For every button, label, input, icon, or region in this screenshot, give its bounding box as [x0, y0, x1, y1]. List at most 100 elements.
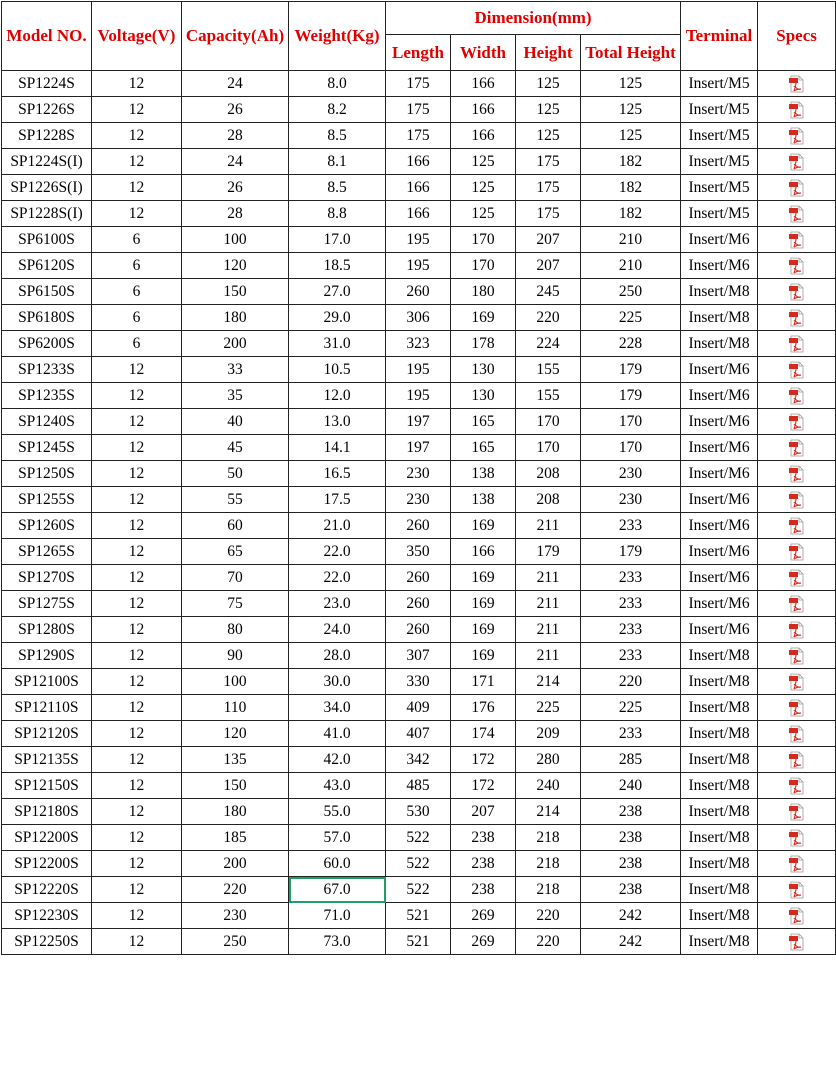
- length-cell[interactable]: 350: [385, 538, 451, 565]
- width-cell[interactable]: 169: [450, 590, 516, 617]
- voltage-cell[interactable]: 12: [91, 122, 182, 149]
- total-height-cell[interactable]: 240: [579, 772, 682, 799]
- terminal-cell[interactable]: Insert/M6: [680, 252, 759, 279]
- model-cell[interactable]: SP6200S: [1, 330, 92, 357]
- length-cell[interactable]: 175: [385, 70, 451, 97]
- weight-cell[interactable]: 28.0: [288, 642, 386, 669]
- weight-cell[interactable]: 71.0: [288, 902, 386, 929]
- pdf-icon[interactable]: [788, 855, 806, 873]
- total-height-cell[interactable]: 210: [579, 226, 682, 253]
- voltage-cell[interactable]: 12: [91, 356, 182, 383]
- height-cell[interactable]: 211: [515, 590, 581, 617]
- height-cell[interactable]: 220: [515, 902, 581, 929]
- pdf-icon[interactable]: [788, 881, 806, 899]
- weight-cell[interactable]: 67.0: [288, 876, 386, 903]
- voltage-cell[interactable]: 12: [91, 564, 182, 591]
- terminal-cell[interactable]: Insert/M5: [680, 174, 759, 201]
- capacity-cell[interactable]: 26: [181, 174, 289, 201]
- weight-cell[interactable]: 55.0: [288, 798, 386, 825]
- voltage-cell[interactable]: 12: [91, 590, 182, 617]
- capacity-cell[interactable]: 70: [181, 564, 289, 591]
- pdf-icon[interactable]: [788, 907, 806, 925]
- width-cell[interactable]: 169: [450, 616, 516, 643]
- length-cell[interactable]: 260: [385, 512, 451, 539]
- voltage-cell[interactable]: 6: [91, 330, 182, 357]
- voltage-cell[interactable]: 12: [91, 876, 182, 903]
- pdf-icon[interactable]: [788, 673, 806, 691]
- height-cell[interactable]: 280: [515, 746, 581, 773]
- width-cell[interactable]: 178: [450, 330, 516, 357]
- model-cell[interactable]: SP6150S: [1, 278, 92, 305]
- model-cell[interactable]: SP1250S: [1, 460, 92, 487]
- model-cell[interactable]: SP12110S: [1, 694, 92, 721]
- width-cell[interactable]: 171: [450, 668, 516, 695]
- height-cell[interactable]: 225: [515, 694, 581, 721]
- pdf-icon[interactable]: [788, 569, 806, 587]
- pdf-icon[interactable]: [788, 75, 806, 93]
- terminal-cell[interactable]: Insert/M8: [680, 902, 759, 929]
- weight-cell[interactable]: 21.0: [288, 512, 386, 539]
- height-cell[interactable]: 125: [515, 122, 581, 149]
- width-cell[interactable]: 169: [450, 304, 516, 331]
- model-cell[interactable]: SP12230S: [1, 902, 92, 929]
- weight-cell[interactable]: 18.5: [288, 252, 386, 279]
- model-cell[interactable]: SP12150S: [1, 772, 92, 799]
- terminal-cell[interactable]: Insert/M8: [680, 278, 759, 305]
- terminal-cell[interactable]: Insert/M5: [680, 70, 759, 97]
- total-height-cell[interactable]: 233: [579, 590, 682, 617]
- terminal-cell[interactable]: Insert/M6: [680, 460, 759, 487]
- capacity-cell[interactable]: 185: [181, 824, 289, 851]
- weight-cell[interactable]: 17.0: [288, 226, 386, 253]
- total-height-cell[interactable]: 233: [579, 720, 682, 747]
- voltage-cell[interactable]: 12: [91, 174, 182, 201]
- capacity-cell[interactable]: 100: [181, 668, 289, 695]
- height-cell[interactable]: 208: [515, 486, 581, 513]
- weight-cell[interactable]: 23.0: [288, 590, 386, 617]
- pdf-icon[interactable]: [788, 777, 806, 795]
- width-cell[interactable]: 138: [450, 460, 516, 487]
- length-cell[interactable]: 260: [385, 564, 451, 591]
- model-cell[interactable]: SP1290S: [1, 642, 92, 669]
- height-cell[interactable]: 218: [515, 850, 581, 877]
- height-cell[interactable]: 175: [515, 148, 581, 175]
- weight-cell[interactable]: 12.0: [288, 382, 386, 409]
- height-cell[interactable]: 211: [515, 512, 581, 539]
- total-height-cell[interactable]: 230: [579, 486, 682, 513]
- length-cell[interactable]: 195: [385, 226, 451, 253]
- total-height-cell[interactable]: 225: [579, 304, 682, 331]
- capacity-cell[interactable]: 135: [181, 746, 289, 773]
- total-height-cell[interactable]: 182: [579, 148, 682, 175]
- terminal-cell[interactable]: Insert/M8: [680, 304, 759, 331]
- terminal-cell[interactable]: Insert/M8: [680, 746, 759, 773]
- model-cell[interactable]: SP1224S: [1, 70, 92, 97]
- voltage-cell[interactable]: 12: [91, 746, 182, 773]
- pdf-icon[interactable]: [788, 127, 806, 145]
- width-cell[interactable]: 125: [450, 200, 516, 227]
- capacity-cell[interactable]: 200: [181, 850, 289, 877]
- pdf-icon[interactable]: [788, 465, 806, 483]
- capacity-cell[interactable]: 180: [181, 304, 289, 331]
- model-cell[interactable]: SP12220S: [1, 876, 92, 903]
- weight-cell[interactable]: 22.0: [288, 564, 386, 591]
- height-cell[interactable]: 170: [515, 408, 581, 435]
- pdf-icon[interactable]: [788, 621, 806, 639]
- terminal-cell[interactable]: Insert/M6: [680, 564, 759, 591]
- pdf-icon[interactable]: [788, 595, 806, 613]
- weight-cell[interactable]: 43.0: [288, 772, 386, 799]
- weight-cell[interactable]: 57.0: [288, 824, 386, 851]
- pdf-icon[interactable]: [788, 101, 806, 119]
- total-height-cell[interactable]: 170: [579, 434, 682, 461]
- total-height-cell[interactable]: 125: [579, 96, 682, 123]
- width-cell[interactable]: 174: [450, 720, 516, 747]
- terminal-cell[interactable]: Insert/M6: [680, 382, 759, 409]
- voltage-cell[interactable]: 12: [91, 512, 182, 539]
- model-cell[interactable]: SP1235S: [1, 382, 92, 409]
- terminal-cell[interactable]: Insert/M8: [680, 850, 759, 877]
- voltage-cell[interactable]: 12: [91, 148, 182, 175]
- length-cell[interactable]: 197: [385, 434, 451, 461]
- height-cell[interactable]: 207: [515, 252, 581, 279]
- pdf-icon[interactable]: [788, 699, 806, 717]
- height-cell[interactable]: 224: [515, 330, 581, 357]
- voltage-cell[interactable]: 12: [91, 798, 182, 825]
- terminal-cell[interactable]: Insert/M6: [680, 356, 759, 383]
